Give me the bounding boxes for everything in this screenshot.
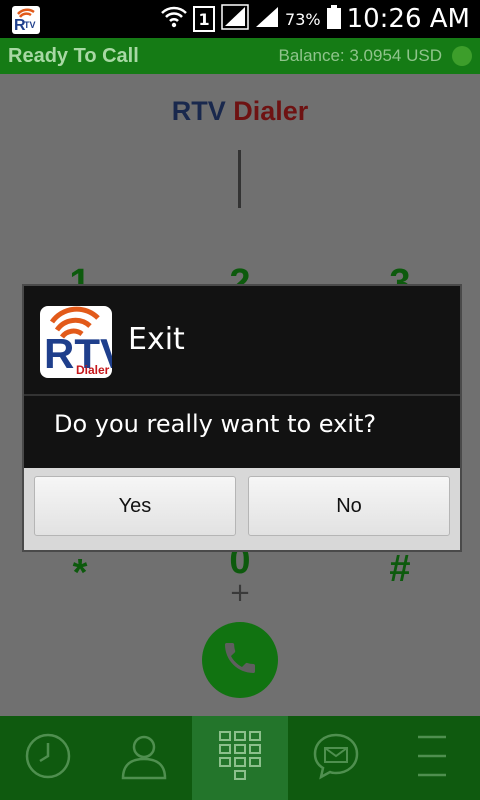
nav-messages[interactable]: [288, 716, 384, 800]
dialog-divider: [24, 394, 460, 396]
call-status: Ready To Call: [8, 45, 139, 67]
battery-icon: [326, 5, 341, 33]
balance-label: Balance: 3.0954 USD: [278, 46, 443, 65]
yes-button[interactable]: Yes: [34, 476, 236, 536]
rtv-app-icon: R TV: [12, 6, 40, 34]
signal-icon-sim1: [221, 4, 249, 34]
brand-title: RTV Dialer: [0, 96, 480, 127]
messages-icon: [311, 731, 361, 785]
contacts-icon: [118, 730, 170, 786]
dialpad-icon: [218, 730, 262, 786]
dialog-title: Exit: [128, 322, 185, 357]
clock-icon: [23, 731, 73, 785]
nav-recents[interactable]: [0, 716, 96, 800]
sim-indicator: 1: [193, 6, 216, 32]
signal-icon-sim2: [255, 6, 279, 32]
nav-menu[interactable]: [384, 716, 480, 800]
nav-dialpad[interactable]: [192, 716, 288, 800]
app-header: Ready To Call Balance: 3.0954 USD: [0, 38, 480, 74]
rtv-dialer-logo-icon: RTV Dialer: [40, 306, 112, 378]
battery-percent: 73%: [285, 9, 321, 29]
svg-text:TV: TV: [24, 20, 36, 30]
status-bar: R TV 1 73% 10:26 AM: [0, 0, 480, 38]
logo-subtext: Dialer: [76, 363, 110, 377]
menu-icon: [414, 731, 450, 785]
dialog-message: Do you really want to exit?: [54, 410, 377, 438]
online-status-dot: [452, 46, 472, 66]
brand-title-dialer: Dialer: [233, 96, 309, 126]
key-hash[interactable]: #: [370, 548, 430, 591]
key-star[interactable]: *: [50, 552, 110, 595]
call-button[interactable]: [202, 622, 278, 698]
no-button[interactable]: No: [248, 476, 450, 536]
dialog-button-bar: Yes No: [24, 468, 460, 550]
brand-title-rtv: RTV: [171, 96, 226, 126]
exit-dialog: RTV Dialer Exit Do you really want to ex…: [22, 284, 462, 552]
bottom-navigation: [0, 716, 480, 800]
clock-time: 10:26 AM: [346, 4, 470, 34]
key-0-plus-label: +: [229, 578, 251, 608]
phone-icon: [220, 638, 260, 682]
wifi-icon: [161, 6, 187, 32]
nav-contacts[interactable]: [96, 716, 192, 800]
number-input-cursor[interactable]: [238, 150, 241, 208]
